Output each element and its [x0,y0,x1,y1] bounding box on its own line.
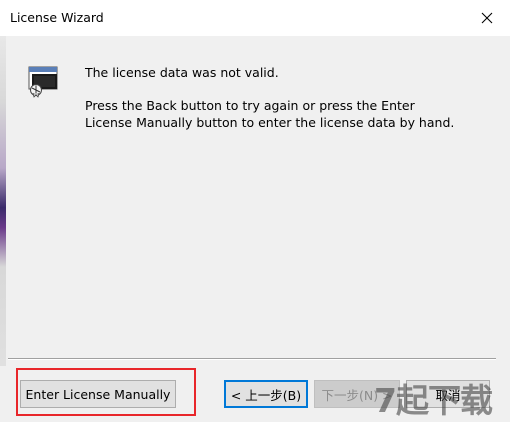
footer-separator [8,358,496,360]
instruction-message: Press the Back button to try again or pr… [85,98,455,130]
close-button[interactable] [464,0,510,36]
close-icon [481,12,493,24]
back-button[interactable]: < 上一步(B) [224,380,308,408]
title-bar: License Wizard [0,0,510,36]
license-wizard-icon [28,66,58,98]
error-message: The license data was not valid. [85,65,279,80]
background-window-strip [0,36,6,366]
highlight-box [16,368,196,416]
watermark-logo: 7起下载 [374,381,493,420]
window-title: License Wizard [10,10,104,25]
